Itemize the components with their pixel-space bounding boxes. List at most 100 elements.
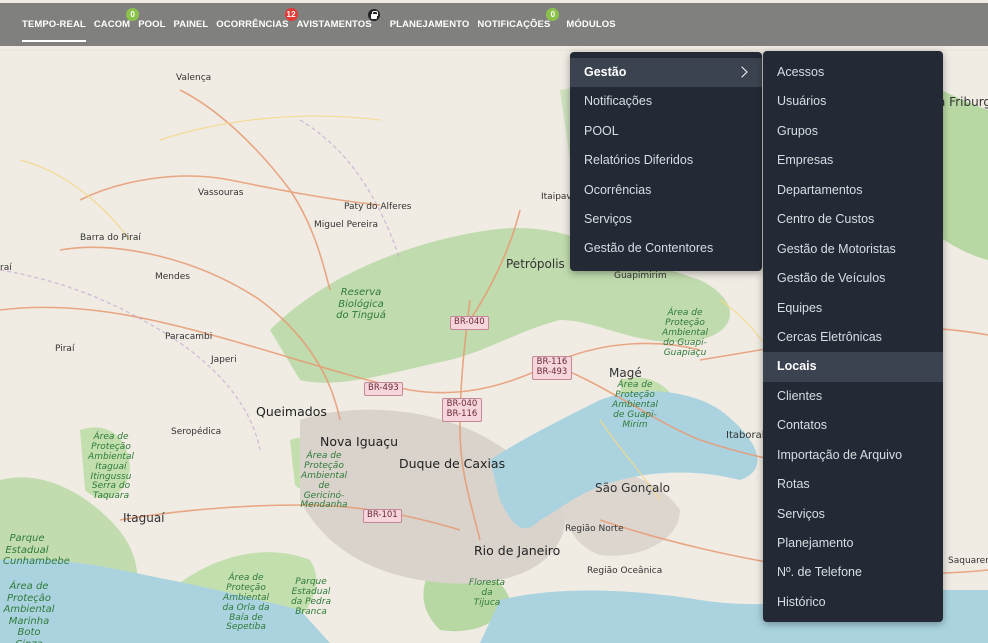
nav-label: OCORRÊNCIAS (216, 19, 289, 30)
nav-label: MÓDULOS (566, 19, 616, 30)
submenu-item-historico[interactable]: Histórico (763, 588, 943, 617)
road-shield: BR-493 (364, 382, 403, 396)
menu-item-label: Usuários (777, 94, 827, 109)
map-label: Piraí (55, 344, 75, 354)
map-park-label: Área de Proteção Ambiental de Guapi-Miri… (612, 380, 658, 430)
submenu-item-planejamento[interactable]: Planejamento (763, 529, 943, 558)
notification-badge: 0 (546, 8, 560, 21)
map-park-label: Área de Proteção Ambiental Marinha Boto … (3, 581, 55, 643)
menu-item-label: Planejamento (777, 536, 854, 550)
map-label: Rio de Janeiro (474, 543, 561, 558)
submenu-item-usuarios[interactable]: Usuários (763, 87, 943, 116)
nav-label: PLANEJAMENTO (389, 19, 470, 30)
menu-item-contentores[interactable]: Gestão de Contentores (570, 234, 762, 263)
menu-item-pool[interactable]: POOL (570, 117, 762, 146)
submenu-item-servicos[interactable]: Serviços (763, 500, 943, 529)
map-label: Seropédica (171, 427, 222, 437)
map-label: Itaguaí (123, 511, 165, 525)
map-park-label: Área de Proteção Ambiental da Orla da Ba… (222, 573, 270, 633)
submenu-item-cercas[interactable]: Cercas Eletrônicas (763, 323, 943, 352)
menu-item-label: Ocorrências (584, 182, 652, 197)
submenu-item-empresas[interactable]: Empresas (763, 146, 943, 175)
map-park-label: Floresta da Tijuca (468, 578, 506, 608)
nav-ocorrencias[interactable]: OCORRÊNCIAS 12 (216, 8, 298, 30)
submenu-item-rotas[interactable]: Rotas (763, 470, 943, 499)
submenu-item-motoristas[interactable]: Gestão de Motoristas (763, 235, 943, 264)
submenu-item-telefone[interactable]: Nº. de Telefone (763, 558, 943, 587)
menu-item-label: Rotas (777, 477, 810, 492)
map-label: Nova Iguaçu (320, 434, 399, 449)
submenu-item-acessos[interactable]: Acessos (763, 58, 943, 87)
menu-item-label: Centro de Custos (777, 212, 875, 227)
nav-modulos[interactable]: MÓDULOS (566, 19, 615, 30)
submenu-item-locais[interactable]: Locais (763, 352, 943, 382)
menu-item-label: Acessos (777, 65, 825, 79)
nav-label: NOTIFICAÇÕES (477, 19, 551, 30)
map-park-label: Área de Proteção Ambiental Itaguaí Iting… (88, 432, 134, 502)
submenu-item-departamentos[interactable]: Departamentos (763, 176, 943, 205)
menu-item-notificacoes[interactable]: Notificações (570, 87, 762, 116)
nav-avistamentos[interactable]: AVISTAMENTOS (297, 9, 380, 30)
map-park-label: Parque Estadual Cunhambebe (3, 533, 70, 567)
menu-item-ocorrencias[interactable]: Ocorrências (570, 176, 762, 205)
nav-label: TEMPO-REAL (22, 19, 86, 30)
road-shield: BR-040 (450, 316, 489, 330)
modulos-menu: Gestão Notificações POOL Relatórios Dife… (570, 52, 762, 271)
menu-item-label: Importação de Arquivo (777, 447, 903, 462)
menu-item-label: POOL (584, 123, 619, 138)
road-shield: BR-040 BR-116 (442, 398, 482, 422)
nav-tempo-real[interactable]: TEMPO-REAL (22, 19, 86, 42)
menu-item-label: Notificações (584, 94, 653, 109)
submenu-item-clientes[interactable]: Clientes (763, 382, 943, 411)
menu-item-gestao[interactable]: Gestão (570, 58, 762, 88)
map-label: Barra do Piraí (80, 233, 141, 243)
menu-item-label: Gestão de Contentores (584, 241, 714, 256)
submenu-item-contatos[interactable]: Contatos (763, 411, 943, 440)
submenu-item-importacao[interactable]: Importação de Arquivo (763, 441, 943, 470)
nav-planejamento[interactable]: PLANEJAMENTO (390, 19, 470, 30)
map-label: Região Norte (565, 524, 624, 534)
menu-item-label: Histórico (777, 594, 826, 609)
chevron-right-icon (736, 66, 748, 78)
map-label: Itaboral (726, 430, 765, 441)
menu-item-label: Cercas Eletrônicas (777, 329, 882, 344)
map-label: Valença (176, 73, 212, 83)
road-shield: BR-116 BR-493 (532, 356, 572, 380)
map-label: Região Oceânica (587, 566, 663, 576)
map-label: a Friburg (938, 95, 988, 109)
submenu-item-veiculos[interactable]: Gestão de Veículos (763, 264, 943, 293)
nav-cacom[interactable]: CACOM 0 (93, 8, 140, 30)
menu-item-label: Empresas (777, 153, 834, 168)
menu-item-label: Locais (777, 359, 817, 374)
menu-item-label: Departamentos (777, 182, 863, 197)
menu-item-label: Gestão de Veículos (777, 271, 886, 286)
map-label: Mendes (155, 272, 190, 282)
submenu-item-equipes[interactable]: Equipes (763, 294, 943, 323)
map-park-label: Área de Proteção Ambiental de Gericinó-M… (300, 451, 348, 511)
map-label: Queimados (256, 404, 327, 419)
map-label: raí (0, 263, 12, 273)
map-label: Paracambi (165, 332, 213, 342)
map-label: Miguel Pereira (314, 220, 378, 230)
map-park-label: Parque Estadual da Pedra Branca (291, 577, 331, 617)
map-label: Paty do Alferes (344, 202, 412, 212)
submenu-item-grupos[interactable]: Grupos (763, 117, 943, 146)
gestao-submenu: Acessos Usuários Grupos Empresas Departa… (763, 51, 943, 622)
nav-label: PAINEL (173, 19, 209, 30)
map-label: São Gonçalo (595, 481, 670, 495)
menu-item-label: Gestão de Motoristas (777, 241, 896, 256)
submenu-item-centro-custos[interactable]: Centro de Custos (763, 205, 943, 234)
menu-item-label: Gestão (584, 65, 627, 79)
map-label: Guapimirim (614, 271, 667, 281)
menu-item-relatorios[interactable]: Relatórios Diferidos (570, 146, 762, 175)
map-label: Petrópolis (506, 257, 565, 271)
nav-painel[interactable]: PAINEL (174, 19, 209, 30)
nav-label: CACOM (93, 19, 131, 30)
nav-pool[interactable]: POOL (138, 19, 165, 30)
menu-item-label: Equipes (777, 300, 823, 315)
top-nav-bar: TEMPO-REAL CACOM 0 POOL PAINEL OCORRÊNCIA… (0, 3, 988, 46)
menu-item-servicos[interactable]: Serviços (570, 205, 762, 234)
menu-item-label: Contatos (777, 418, 828, 433)
menu-item-label: Serviços (777, 506, 825, 521)
nav-notificacoes[interactable]: NOTIFICAÇÕES 0 (477, 8, 560, 30)
